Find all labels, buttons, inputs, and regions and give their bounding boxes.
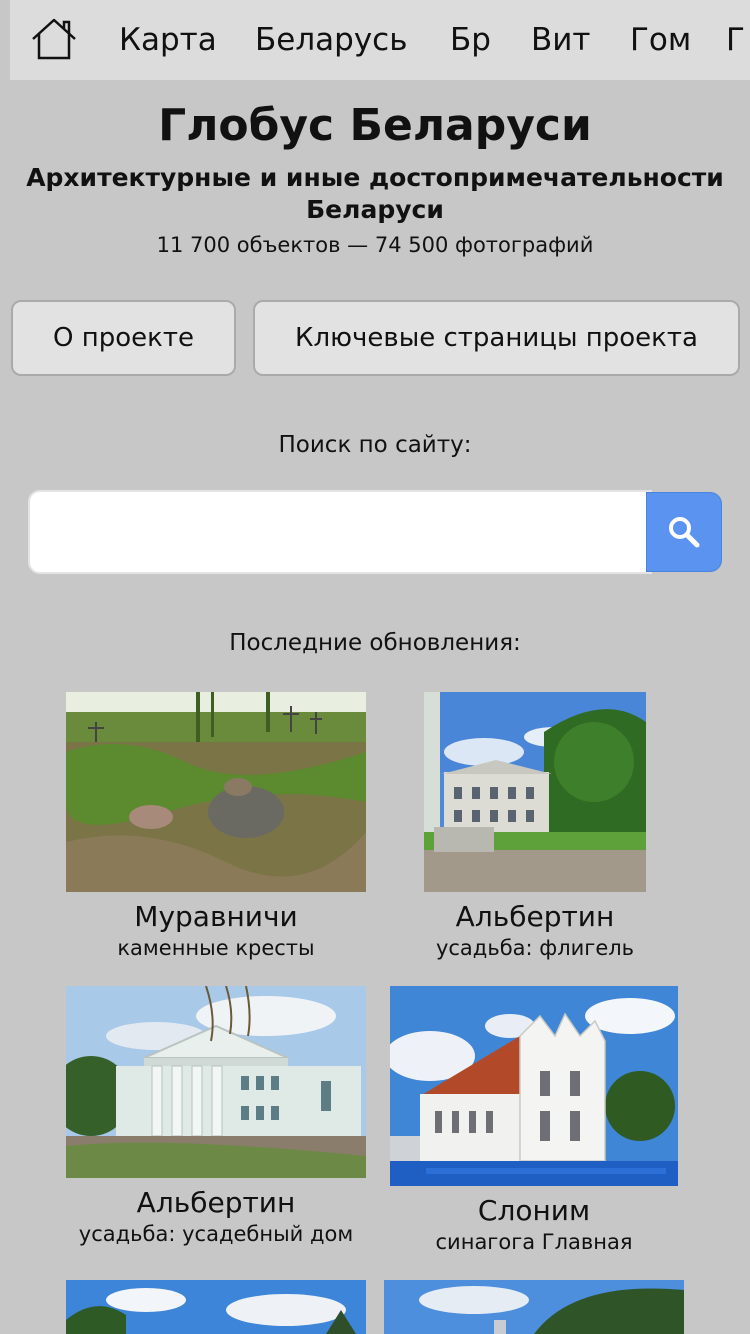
- card-description: каменные кресты: [117, 936, 315, 960]
- update-card[interactable]: [384, 1280, 684, 1334]
- top-navbar: Карта Беларусь Бр Вит Гом Г: [10, 0, 750, 80]
- photo-thumbnail[interactable]: [66, 1280, 366, 1334]
- card-description: синагога Главная: [435, 1230, 633, 1254]
- updates-label: Последние обновления:: [229, 630, 521, 656]
- photo-thumbnail[interactable]: [66, 986, 366, 1178]
- photo-thumbnail[interactable]: [390, 986, 678, 1186]
- card-title[interactable]: Слоним: [350, 1194, 718, 1227]
- update-card[interactable]: Слоним синагога Главная: [390, 986, 678, 1256]
- nav-gomel[interactable]: Гом: [630, 22, 691, 58]
- nav-belarus[interactable]: Беларусь: [255, 22, 408, 58]
- home-icon[interactable]: [30, 17, 78, 61]
- nav-map[interactable]: Карта: [119, 22, 217, 58]
- photo-thumbnail[interactable]: [66, 692, 366, 892]
- update-card[interactable]: Муравничи каменные кресты: [66, 692, 366, 962]
- site-title: Глобус Беларуси: [158, 100, 592, 151]
- key-pages-button[interactable]: Ключевые страницы проекта: [253, 300, 740, 376]
- site-subtitle: Архитектурные и иные достопримечательнос…: [26, 163, 724, 224]
- update-card[interactable]: [66, 1280, 366, 1334]
- site-stats: 11 700 объектов — 74 500 фотографий: [156, 233, 594, 257]
- nav-vitebsk[interactable]: Вит: [531, 22, 590, 58]
- photo-thumbnail[interactable]: [384, 1280, 684, 1334]
- update-card[interactable]: Альбертин усадьба: усадебный дом: [66, 986, 366, 1256]
- search-label: Поиск по сайту:: [278, 432, 472, 458]
- search-icon: [669, 517, 700, 548]
- card-title[interactable]: Альбертин: [384, 900, 686, 933]
- photo-thumbnail[interactable]: [424, 692, 646, 892]
- card-description: усадьба: флигель: [435, 936, 635, 960]
- update-card[interactable]: Альбертин усадьба: флигель: [424, 692, 646, 962]
- card-title[interactable]: Муравничи: [26, 900, 406, 933]
- search-input[interactable]: [28, 490, 652, 574]
- card-title[interactable]: Альбертин: [26, 1186, 406, 1219]
- nav-grodno[interactable]: Г: [726, 22, 745, 58]
- nav-brest[interactable]: Бр: [450, 22, 491, 58]
- about-button[interactable]: О проекте: [11, 300, 236, 376]
- search-button[interactable]: [646, 492, 722, 572]
